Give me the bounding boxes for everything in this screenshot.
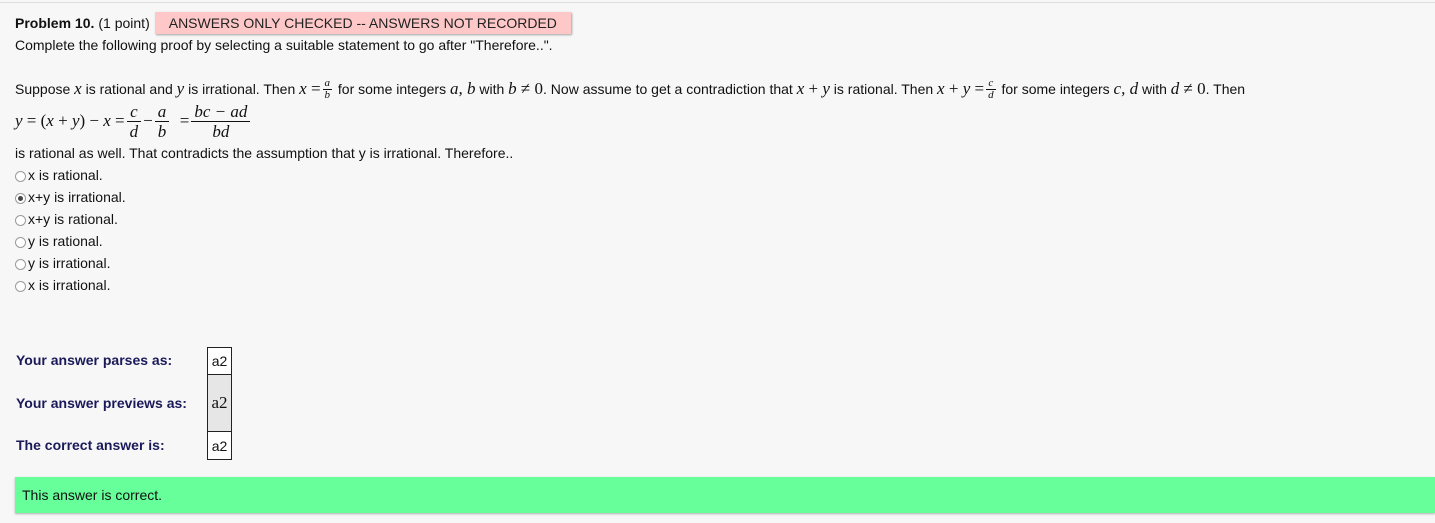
radio-dot	[18, 196, 23, 201]
proof-text: with	[479, 81, 505, 97]
math-expression: x	[299, 79, 307, 98]
proof-text: for some integers	[1001, 81, 1110, 97]
problem-instruction: Complete the following proof by selectin…	[15, 37, 553, 53]
problem-points: (1 point)	[98, 15, 150, 31]
math-fraction-a-over-b: ab	[322, 76, 333, 101]
option-row[interactable]: x+y is irrational.	[15, 188, 126, 206]
math-expression: a, b	[449, 79, 476, 98]
proof-text: Suppose	[15, 81, 71, 97]
math-fraction-a-over-b: ab	[154, 102, 170, 141]
option-row[interactable]: y is rational.	[15, 232, 103, 250]
math-fraction-result: bc − ad bd	[191, 102, 251, 141]
option-row[interactable]: x+y is rational.	[15, 210, 118, 228]
proof-equation: y = (x + y) − x = cd − ab = bc − ad bd	[15, 99, 252, 143]
math-expression: b	[508, 79, 517, 98]
correct-answer-value: a2	[207, 431, 232, 460]
proof-text: is irrational. Then	[188, 81, 296, 97]
problem-title: Problem 10.	[15, 15, 95, 31]
option-row[interactable]: x is irrational.	[15, 276, 110, 294]
result-message: This answer is correct.	[22, 487, 163, 503]
radio-button[interactable]	[15, 193, 26, 204]
correct-answer-label: The correct answer is:	[16, 437, 165, 453]
math-fraction-c-over-d: cd	[126, 102, 142, 141]
math-expression: x	[796, 79, 805, 98]
math-x: x	[74, 79, 82, 98]
option-label[interactable]: y is irrational.	[28, 255, 110, 271]
status-badge: ANSWERS ONLY CHECKED -- ANSWERS NOT RECO…	[154, 12, 571, 34]
top-divider	[0, 2, 1435, 3]
proof-text: with	[1141, 81, 1167, 97]
option-label[interactable]: x+y is rational.	[28, 211, 118, 227]
proof-text: is rational. Then	[833, 81, 934, 97]
preview-label: Your answer previews as:	[16, 395, 187, 411]
math-expression: d	[1170, 79, 1180, 98]
option-row[interactable]: x is rational.	[15, 166, 103, 184]
proof-conclusion: is rational as well. That contradicts th…	[15, 145, 514, 161]
math-y: y	[176, 79, 185, 98]
proof-text: . Now assume to get a contradiction that	[543, 81, 793, 97]
option-label[interactable]: x+y is irrational.	[28, 189, 126, 205]
preview-value: a2	[207, 374, 232, 432]
proof-text: . Then	[1205, 81, 1246, 97]
radio-button[interactable]	[15, 215, 26, 226]
option-label[interactable]: x is irrational.	[28, 277, 110, 293]
radio-button[interactable]	[15, 259, 26, 270]
math-expression: x	[937, 79, 945, 98]
math-expression: c, d	[1113, 79, 1139, 98]
radio-button[interactable]	[15, 171, 26, 182]
option-row[interactable]: y is irrational.	[15, 254, 110, 272]
radio-button[interactable]	[15, 237, 26, 248]
problem-header: Problem 10. (1 point) ANSWERS ONLY CHECK…	[15, 12, 571, 34]
radio-button[interactable]	[15, 281, 26, 292]
option-label[interactable]: y is rational.	[28, 233, 103, 249]
math-fraction-c-over-d: cd	[986, 76, 996, 101]
result-message-bar: This answer is correct.	[15, 477, 1435, 513]
proof-text: is rational and	[85, 81, 173, 97]
parses-label: Your answer parses as:	[16, 352, 173, 368]
proof-text: for some integers	[337, 81, 447, 97]
option-label[interactable]: x is rational.	[28, 167, 103, 183]
parses-value: a2	[207, 347, 232, 375]
